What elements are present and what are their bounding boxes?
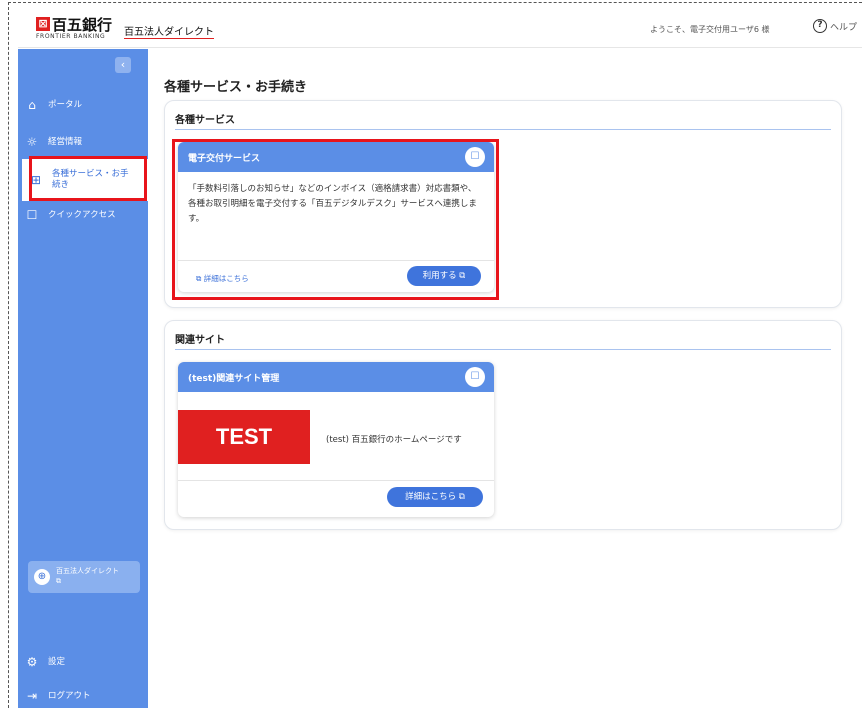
- sidebar-item-portal[interactable]: ⌂ ポータル: [18, 94, 148, 116]
- site-link-text: 百五法人ダイレクト: [56, 567, 119, 575]
- welcome-message: ようこそ、電子交付用ユーザ6 様: [650, 25, 770, 34]
- globe-icon: ⊕: [34, 569, 50, 585]
- details-button[interactable]: 詳細はこちら ⧉: [387, 487, 483, 507]
- logout-icon: ⇥: [26, 689, 38, 703]
- bookmark-icon[interactable]: ☐: [465, 367, 485, 387]
- sidebar: ‹ ⌂ ポータル ☼ 経営情報 ⊞ 各種サービス・お手続き ☐ クイックアクセス…: [18, 49, 148, 708]
- bank-logo[interactable]: ⊠ 百五銀行 FRONTIER BANKING: [36, 16, 130, 44]
- collapse-sidebar-button[interactable]: ‹: [115, 57, 131, 73]
- sidebar-item-label: 経営情報: [48, 136, 83, 147]
- app-header: ⊠ 百五銀行 FRONTIER BANKING 百五法人ダイレクト ようこそ、電…: [18, 10, 862, 48]
- highlight-box-card: [172, 139, 499, 300]
- product-name: 百五法人ダイレクト: [124, 23, 214, 39]
- highlight-box-sidebar: [29, 156, 147, 201]
- sidebar-item-logout[interactable]: ⇥ ログアウト: [18, 685, 148, 707]
- help-button[interactable]: ? ヘルプ: [813, 19, 857, 33]
- card-caption: (test) 百五銀行のホームページです: [326, 435, 462, 445]
- sidebar-item-label: 設定: [48, 656, 66, 667]
- sidebar-item-quick-access[interactable]: ☐ クイックアクセス: [18, 204, 148, 226]
- bookmark-icon: ☐: [26, 208, 38, 222]
- sidebar-item-label: クイックアクセス: [48, 209, 116, 220]
- home-icon: ⌂: [28, 98, 36, 112]
- sidebar-item-label: ログアウト: [48, 690, 91, 701]
- sidebar-item-management-info[interactable]: ☼ 経営情報: [18, 131, 148, 153]
- card-header: (test)関連サイト管理 ☐: [178, 362, 494, 392]
- lightbulb-icon: ☼: [26, 135, 38, 149]
- site-link-label: 百五法人ダイレクト ⧉: [56, 566, 119, 586]
- related-site-card: (test)関連サイト管理 ☐ TEST (test) 百五銀行のホームページで…: [178, 362, 494, 517]
- hyakugo-direct-link[interactable]: ⊕ 百五法人ダイレクト ⧉: [28, 561, 140, 593]
- panel-divider: [175, 129, 831, 130]
- services-panel-title: 各種サービス: [175, 115, 235, 126]
- related-panel-title: 関連サイト: [175, 335, 225, 346]
- panel-divider: [175, 349, 831, 350]
- card-title: (test)関連サイト管理: [188, 374, 280, 384]
- bank-subtitle: FRONTIER BANKING: [36, 33, 106, 40]
- bank-mark-icon: ⊠: [36, 17, 50, 31]
- help-label: ヘルプ: [830, 22, 858, 33]
- sidebar-item-label: ポータル: [48, 99, 83, 110]
- sidebar-item-settings[interactable]: ⚙ 設定: [18, 651, 148, 673]
- help-icon: ?: [813, 19, 827, 33]
- test-banner-image: TEST: [178, 410, 310, 464]
- external-link-icon: ⧉: [56, 577, 61, 585]
- bank-name: 百五銀行: [52, 16, 113, 34]
- dashed-frame-top: [8, 2, 862, 3]
- gear-icon: ⚙: [26, 655, 38, 669]
- related-sites-panel: 関連サイト (test)関連サイト管理 ☐ TEST (test) 百五銀行のホ…: [164, 320, 842, 530]
- page-title: 各種サービス・お手続き: [164, 80, 308, 95]
- dashed-frame-left: [8, 2, 9, 708]
- card-footer-divider: [178, 480, 494, 481]
